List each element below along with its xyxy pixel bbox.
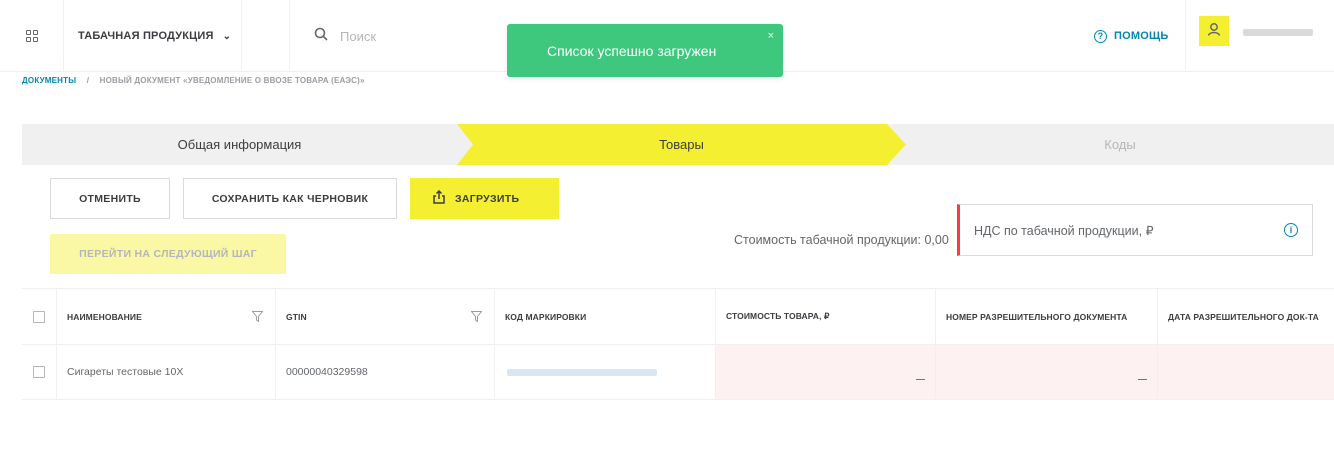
chevron-down-icon: ⌄ xyxy=(222,30,232,42)
step-label: Коды xyxy=(1104,137,1136,152)
cancel-button[interactable]: ОТМЕНИТЬ xyxy=(50,178,170,219)
cell-permit-number-input[interactable] xyxy=(936,345,1158,399)
table-row[interactable]: Сигареты тестовые 10X 00000040329598 xyxy=(22,345,1334,400)
product-group-selector[interactable]: ТАБАЧНАЯ ПРОДУКЦИЯ ⌄ xyxy=(64,0,242,72)
empty-value-dash xyxy=(916,379,925,380)
column-header: НАИМЕНОВАНИЕ xyxy=(67,311,142,322)
help-label: ПОМОЩЬ xyxy=(1114,30,1169,42)
cell-gtin: 00000040329598 xyxy=(276,345,495,399)
cell-marking-code xyxy=(495,345,716,399)
vat-input[interactable]: НДС по табачной продукции, ₽ i xyxy=(957,204,1313,256)
header-permit-date: ДАТА РАЗРЕШИТЕЛЬНОГО ДОК-ТА xyxy=(1158,289,1334,344)
column-header: НОМЕР РАЗРЕШИТЕЛЬНОГО ДОКУМЕНТА xyxy=(946,311,1128,322)
search-placeholder: Поиск xyxy=(340,28,377,44)
breadcrumb-separator: / xyxy=(86,76,90,85)
apps-grid-icon xyxy=(25,30,38,42)
empty-value-dash xyxy=(1138,379,1147,380)
user-icon xyxy=(1207,22,1221,40)
cell-cost-input[interactable] xyxy=(716,345,936,399)
column-header: GTIN xyxy=(286,311,307,322)
apps-menu-button[interactable] xyxy=(0,0,64,72)
column-header: КОД МАРКИРОВКИ xyxy=(505,311,587,322)
step-goods[interactable]: Товары xyxy=(457,124,906,165)
row-select-cell xyxy=(22,345,57,399)
info-icon[interactable]: i xyxy=(1284,223,1298,237)
upload-button[interactable]: ЗАГРУЗИТЬ xyxy=(410,178,559,219)
close-icon[interactable]: × xyxy=(768,30,774,42)
help-circle-icon: ? xyxy=(1094,29,1107,43)
toast-message: Список успешно загружен xyxy=(547,42,717,59)
product-group-label: ТАБАЧНАЯ ПРОДУКЦИЯ xyxy=(78,30,214,42)
vat-placeholder: НДС по табачной продукции, ₽ xyxy=(974,223,1154,238)
step-general-info[interactable]: Общая информация xyxy=(22,124,457,165)
breadcrumb-current: НОВЫЙ ДОКУМЕНТ «УВЕДОМЛЕНИЕ О ВВОЗЕ ТОВА… xyxy=(99,76,365,85)
column-header: СТОИМОСТЬ ТОВАРА, ₽ xyxy=(726,311,830,321)
header-cost: СТОИМОСТЬ ТОВАРА, ₽ xyxy=(716,289,936,344)
filter-icon[interactable] xyxy=(470,311,483,325)
step-label: Общая информация xyxy=(177,137,302,152)
table-header: НАИМЕНОВАНИЕ GTIN КОД МАРКИРОВКИ СТОИМОС… xyxy=(22,288,1334,345)
cell-permit-date-input[interactable] xyxy=(1158,345,1334,399)
tobacco-cost-text: Стоимость табачной продукции: 0,00 xyxy=(734,233,949,247)
topbar-spacer xyxy=(242,0,290,72)
help-link[interactable]: ? ПОМОЩЬ xyxy=(1094,0,1186,72)
step-codes[interactable]: Коды xyxy=(906,124,1334,165)
select-all-checkbox[interactable] xyxy=(33,310,45,323)
upload-icon xyxy=(432,189,446,207)
wizard-steps: Общая информация Товары Коды xyxy=(22,124,1334,165)
column-header: ДАТА РАЗРЕШИТЕЛЬНОГО ДОК-ТА xyxy=(1168,311,1319,322)
upload-label: ЗАГРУЗИТЬ xyxy=(455,192,520,205)
save-draft-button[interactable]: СОХРАНИТЬ КАК ЧЕРНОВИК xyxy=(183,178,397,219)
select-all-cell xyxy=(22,289,57,344)
header-gtin: GTIN xyxy=(276,289,495,344)
filter-icon[interactable] xyxy=(251,311,264,325)
breadcrumb: ДОКУМЕНТЫ / НОВЫЙ ДОКУМЕНТ «УВЕДОМЛЕНИЕ … xyxy=(22,76,365,85)
success-toast: Список успешно загружен × xyxy=(507,24,783,77)
user-name-redacted[interactable] xyxy=(1243,29,1313,36)
marking-code-redacted xyxy=(507,368,657,376)
user-avatar-button[interactable] xyxy=(1199,16,1229,46)
search-icon xyxy=(314,27,328,45)
cell-name: Сигареты тестовые 10X xyxy=(57,345,276,399)
header-name: НАИМЕНОВАНИЕ xyxy=(57,289,276,344)
header-permit-number: НОМЕР РАЗРЕШИТЕЛЬНОГО ДОКУМЕНТА xyxy=(936,289,1158,344)
header-marking-code: КОД МАРКИРОВКИ xyxy=(495,289,716,344)
step-label: Товары xyxy=(659,137,704,152)
breadcrumb-root-link[interactable]: ДОКУМЕНТЫ xyxy=(22,76,76,85)
next-step-button[interactable]: ПЕРЕЙТИ НА СЛЕДУЮЩИЙ ШАГ xyxy=(50,234,286,274)
row-checkbox[interactable] xyxy=(33,366,45,378)
